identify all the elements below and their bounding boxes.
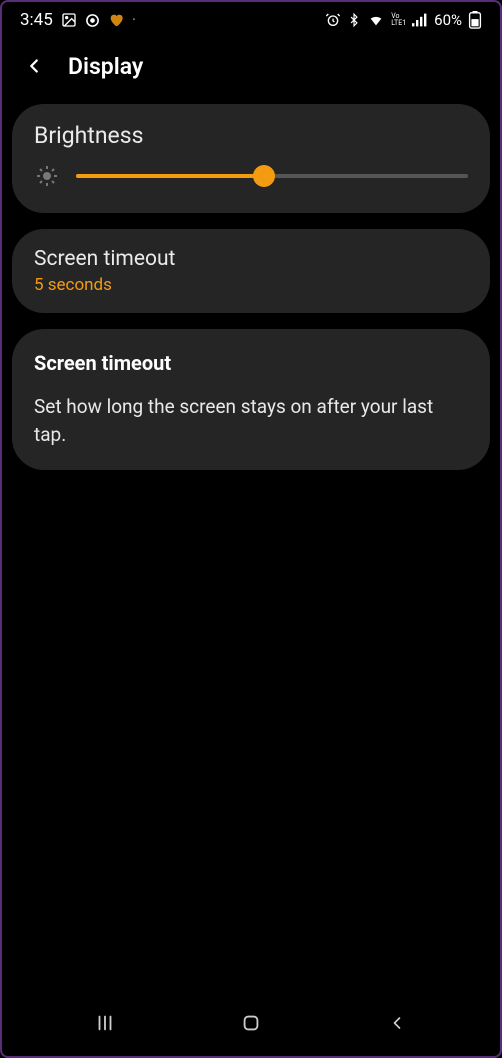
- screen-timeout-item[interactable]: Screen timeout 5 seconds: [12, 229, 490, 313]
- page-title: Display: [68, 53, 143, 80]
- screen-timeout-label: Screen timeout: [34, 247, 468, 271]
- circle-icon: [85, 13, 100, 28]
- status-time: 3:45: [20, 10, 53, 30]
- nav-back-button[interactable]: [362, 1003, 432, 1043]
- volte-icon: VoLTE1: [391, 13, 406, 27]
- tooltip-title: Screen timeout: [34, 351, 468, 375]
- navigation-bar: [2, 998, 500, 1056]
- back-button[interactable]: [20, 52, 48, 80]
- brightness-card: Brightness: [12, 104, 490, 213]
- signal-icon: [412, 13, 428, 27]
- alarm-icon: [325, 12, 341, 28]
- image-icon: [61, 12, 77, 28]
- brightness-title: Brightness: [34, 122, 468, 149]
- screen-timeout-tooltip: Screen timeout Set how long the screen s…: [12, 329, 490, 470]
- header: Display: [2, 34, 500, 104]
- brightness-icon: [34, 163, 60, 189]
- brightness-slider-thumb[interactable]: [253, 165, 275, 187]
- battery-icon: [468, 11, 482, 29]
- wifi-icon: [367, 12, 385, 28]
- status-bar: 3:45 · VoLTE1 60%: [2, 2, 500, 34]
- tooltip-description: Set how long the screen stays on after y…: [34, 393, 468, 448]
- bluetooth-icon: [347, 12, 361, 28]
- recents-button[interactable]: [70, 1003, 140, 1043]
- home-button[interactable]: [216, 1003, 286, 1043]
- screen-timeout-value: 5 seconds: [34, 275, 468, 295]
- brightness-slider[interactable]: [76, 174, 468, 178]
- battery-percent: 60%: [434, 11, 462, 29]
- heart-icon: [108, 12, 124, 28]
- dot-icon: ·: [132, 10, 136, 30]
